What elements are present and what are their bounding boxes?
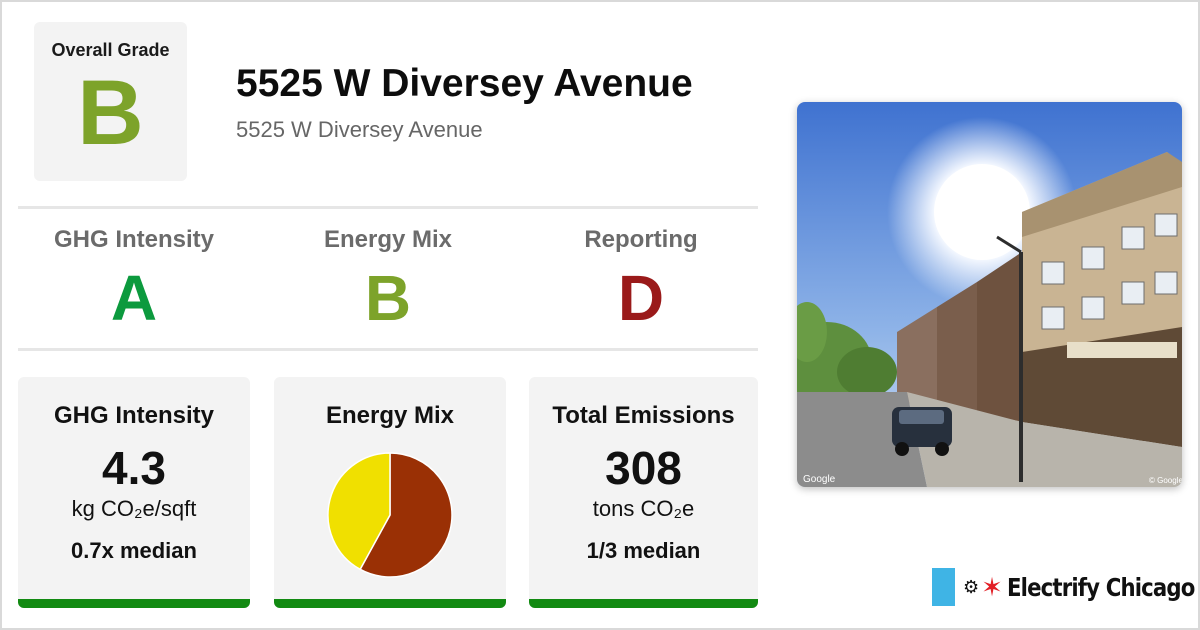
brand-name: Electrify Chicago [1006, 572, 1195, 602]
grade-value: D [617, 262, 665, 334]
grade-value: A [110, 262, 158, 334]
star-icon: ✶ [981, 572, 1003, 602]
card-title: GHG Intensity [53, 402, 215, 429]
card-title: Total Emissions [552, 402, 735, 429]
electrify-chicago-logo[interactable]: ⚙ ✶ Electrify Chicago [932, 568, 1200, 606]
card-accent-bar [529, 599, 758, 608]
card-accent-bar [274, 599, 506, 608]
overall-grade-label: Overall Grade [51, 40, 170, 60]
grade-label: Energy Mix [323, 226, 453, 253]
plug-icon: ⚙ [963, 576, 980, 597]
photo-credit-left: Google [803, 474, 836, 485]
card-accent-bar [18, 599, 250, 608]
chicago-flag-stripe [932, 568, 955, 606]
divider [18, 206, 758, 209]
energy-mix-pie-chart [327, 452, 453, 578]
total-emissions-value: 308 [605, 442, 682, 494]
total-emissions-unit: tons CO₂e [592, 496, 695, 521]
grade-ghg-intensity: GHG Intensity A [14, 226, 254, 330]
ghg-intensity-value: 4.3 [102, 442, 166, 494]
ghg-intensity-median: 0.7x median [71, 538, 197, 563]
card-title: Energy Mix [325, 402, 455, 429]
grade-label: Reporting [584, 226, 698, 253]
ghg-intensity-card: GHG Intensity 4.3 kg CO₂e/sqft 0.7x medi… [18, 377, 250, 608]
grade-reporting: Reporting D [521, 226, 761, 330]
building-title: 5525 W Diversey Avenue [236, 62, 693, 105]
grade-value: B [364, 262, 412, 334]
energy-mix-card: Energy Mix [274, 377, 506, 608]
ghg-intensity-unit: kg CO₂e/sqft [71, 496, 197, 521]
overall-grade-value: B [77, 62, 144, 164]
overall-grade-card: Overall Grade B [34, 22, 187, 181]
grade-label: GHG Intensity [53, 226, 215, 253]
total-emissions-card: Total Emissions 308 tons CO₂e 1/3 median [529, 377, 758, 608]
building-street-photo: Google © Google [797, 102, 1182, 487]
photo-credit-right: © Google [1149, 476, 1182, 485]
total-emissions-median: 1/3 median [586, 538, 701, 563]
divider [18, 348, 758, 351]
grade-energy-mix: Energy Mix B [268, 226, 508, 330]
building-address: 5525 W Diversey Avenue [236, 117, 483, 142]
